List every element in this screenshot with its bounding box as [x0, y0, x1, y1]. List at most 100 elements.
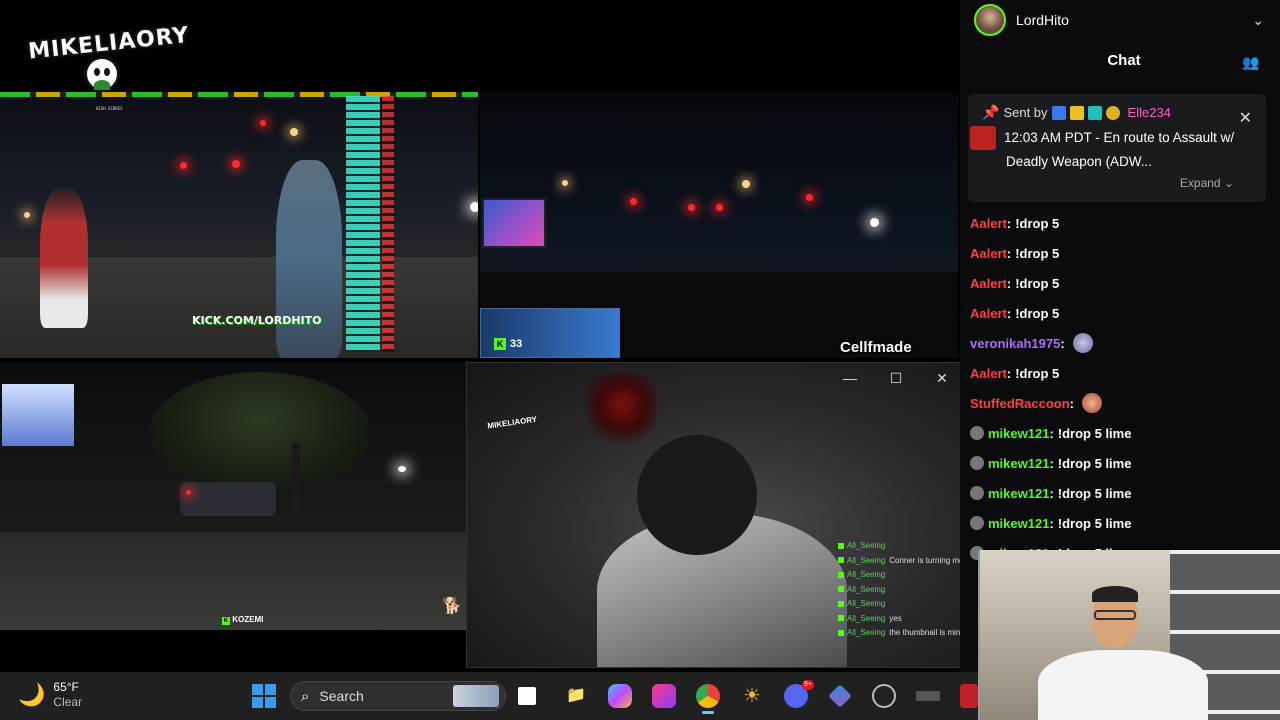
copilot-icon[interactable] — [608, 684, 632, 708]
streamer-hair — [1092, 586, 1138, 602]
chat-separator: : — [1006, 365, 1012, 381]
overlay-chat-text: yes — [889, 613, 902, 623]
pedestrian — [276, 160, 342, 358]
chat-username[interactable]: Aalert — [970, 306, 1007, 321]
chat-separator: : — [1049, 455, 1054, 471]
red-app-icon[interactable] — [960, 684, 978, 708]
badge-icon — [1087, 105, 1102, 120]
overlay-ticker — [0, 92, 478, 97]
close-icon[interactable]: ✕ — [1239, 108, 1252, 128]
stream-feed-1: HIGH SCORES KICK.COM/LORDHITO — [0, 92, 478, 358]
dog-icon: 🐕 — [442, 598, 462, 615]
street-light — [742, 180, 750, 188]
chevron-down-icon[interactable]: ⌄ — [1252, 12, 1264, 29]
search-icon: ⌕ — [301, 687, 310, 705]
chat-username[interactable]: Aalert — [970, 366, 1007, 381]
chat-username[interactable]: mikew121 — [988, 516, 1049, 531]
chat-username[interactable]: mikew121 — [988, 486, 1049, 501]
chat-message: Aalert: !drop 5 — [970, 358, 1260, 388]
chat-separator: : — [1006, 305, 1012, 321]
overlay-chat-bar — [346, 96, 380, 352]
user-menu[interactable]: LordHito ⌄ — [974, 4, 1264, 36]
kick-icon — [838, 571, 844, 578]
pinned-message[interactable]: 📌 Sent by Elle234 ✕ 12:03 AM PDT - En ro… — [968, 94, 1266, 202]
minimize-button[interactable]: — — [840, 368, 860, 388]
user-badge-icon — [970, 516, 984, 530]
viewer-badge: K 33 — [494, 338, 522, 350]
overlay-chat-row: All_Seeing the thumbnail is mine too — [838, 626, 978, 641]
chat-message: mikew121:!drop 5 lime — [970, 508, 1260, 538]
chat-text: !drop 5 — [1015, 245, 1060, 261]
street-light — [470, 202, 478, 212]
leaf-icon — [94, 80, 110, 90]
sent-by-label: Sent by — [1003, 105, 1048, 120]
tail-light — [186, 490, 191, 495]
stream-feed-3 — [0, 362, 466, 630]
taskbar-search[interactable]: ⌕ Search — [290, 681, 506, 711]
overlay-chat-name: All_Seeing — [847, 599, 886, 608]
maximize-button[interactable]: ☐ — [886, 368, 906, 388]
brt-icon[interactable] — [916, 691, 940, 701]
chat-text: !drop 5 lime — [1057, 455, 1132, 471]
chat-message: veronikah1975: — [970, 328, 1260, 358]
expand-button[interactable]: Expand ⌄ — [1180, 176, 1234, 190]
chat-username[interactable]: veronikah1975 — [970, 336, 1060, 351]
user-badge-icon — [970, 486, 984, 500]
moon-icon: 🌙 — [18, 681, 46, 707]
phone-screen — [482, 198, 546, 248]
popout-logo: MIKELIAORY — [486, 414, 538, 431]
pin-icon: 📌 — [982, 104, 1000, 120]
red-light — [587, 373, 657, 453]
flower-icon — [1105, 105, 1120, 120]
avatar[interactable] — [974, 4, 1006, 36]
start-icon[interactable] — [252, 684, 276, 708]
search-input[interactable]: Search — [319, 688, 363, 704]
kozemi-watermark: K KOZEMI — [222, 615, 263, 625]
chrome-icon[interactable] — [696, 684, 720, 714]
chat-username[interactable]: Aalert — [970, 216, 1007, 231]
chat-separator: : — [1049, 425, 1054, 441]
users-icon[interactable]: 👥 — [1242, 54, 1262, 70]
chat-username[interactable]: mikew121 — [988, 426, 1049, 441]
streamer-shirt — [1038, 650, 1208, 720]
kozemi-text: KOZEMI — [232, 615, 264, 624]
chat-username[interactable]: Aalert — [970, 276, 1007, 291]
kick-icon — [838, 615, 844, 622]
chat-username[interactable]: Aalert — [970, 246, 1007, 261]
traffic-light — [688, 204, 695, 211]
street-light — [870, 218, 879, 227]
chat-separator: : — [1049, 515, 1054, 531]
overlay-chat-name: All_Seeing — [847, 570, 886, 579]
street-light — [562, 180, 568, 186]
chat-message: mikew121:!drop 5 lime — [970, 448, 1260, 478]
kick-icon — [838, 629, 844, 636]
kick-icon — [838, 557, 844, 564]
street-light — [290, 128, 298, 136]
close-window-button[interactable]: ✕ — [932, 368, 952, 388]
discord-badge: 9+ — [802, 680, 814, 690]
pedestrian — [40, 188, 88, 328]
traffic-light — [260, 120, 266, 126]
chat-separator: : — [1060, 335, 1065, 351]
folder-icon[interactable]: 📁 — [564, 684, 588, 708]
chat-message: Aalert: !drop 5 — [970, 268, 1260, 298]
kick-icon — [838, 542, 844, 549]
cellfmade-watermark: Cellfmade — [840, 339, 912, 356]
parked-car — [180, 482, 276, 516]
chat-username[interactable]: StuffedRaccoon — [970, 396, 1070, 411]
chat-text: !drop 5 lime — [1057, 515, 1132, 531]
pinned-sender[interactable]: Elle234 — [1128, 105, 1171, 120]
sun-app-icon[interactable]: ☀ — [740, 684, 764, 708]
discord-icon[interactable]: 9+ — [784, 680, 814, 708]
emote-icon — [1072, 333, 1093, 353]
chat-message: mikew121:!drop 5 lime — [970, 478, 1260, 508]
weather-widget[interactable]: 🌙 65°F Clear — [18, 680, 82, 709]
chat-text: !drop 5 — [1015, 275, 1060, 291]
task-view-icon[interactable] — [518, 687, 536, 705]
picsart-icon[interactable] — [652, 684, 676, 708]
traffic-light — [806, 194, 813, 201]
chat-username[interactable]: mikew121 — [988, 456, 1049, 471]
billboard — [2, 384, 74, 446]
obs-icon[interactable] — [872, 684, 896, 708]
user-badge-icon — [970, 426, 984, 440]
